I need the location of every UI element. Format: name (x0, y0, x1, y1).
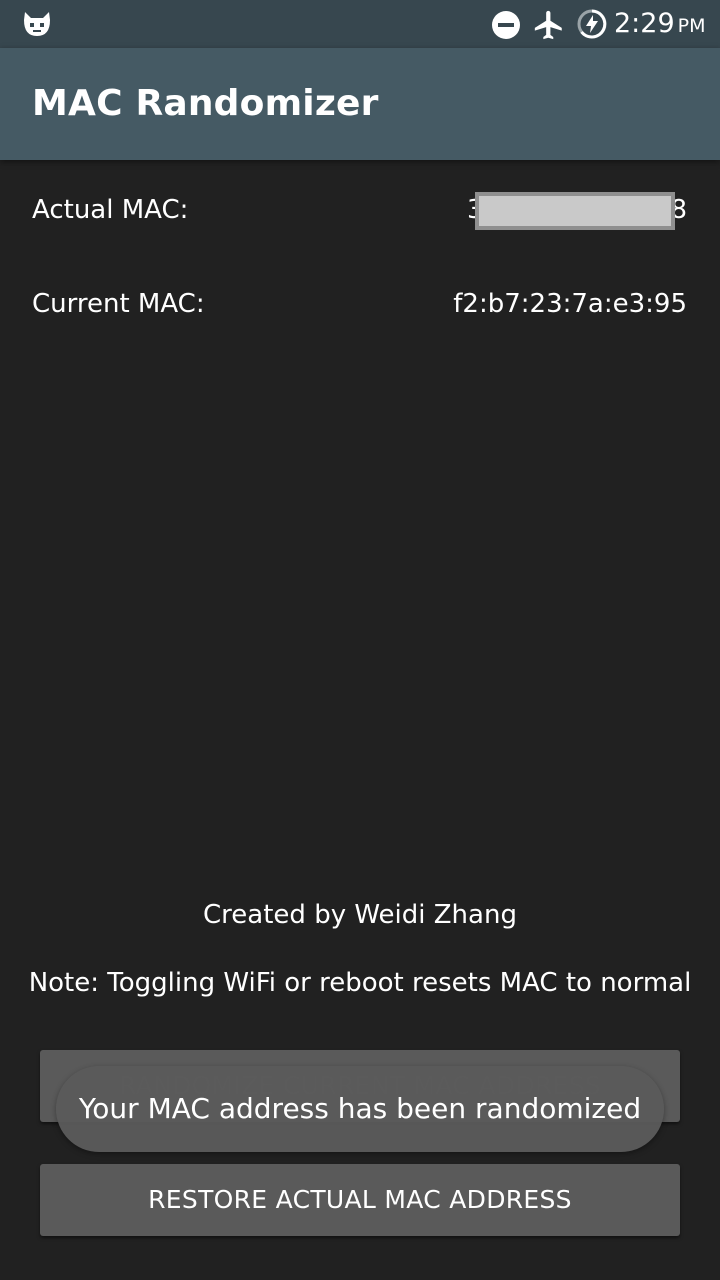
note-text: Note: Toggling WiFi or reboot resets MAC… (28, 968, 692, 998)
cyanogen-logo-icon (24, 12, 50, 36)
redaction-box (475, 192, 675, 230)
app-title: MAC Randomizer (32, 83, 379, 124)
actual-mac-value: 3 8 (457, 192, 687, 231)
toast-message: Your MAC address has been randomized (56, 1066, 664, 1152)
do-not-disturb-icon (492, 11, 520, 39)
current-mac-label: Current MAC: (32, 289, 205, 319)
restore-mac-button[interactable]: RESTORE ACTUAL MAC ADDRESS (40, 1164, 680, 1236)
status-time-ampm: PM (677, 15, 706, 37)
actual-mac-label: Actual MAC: (32, 195, 189, 225)
status-bar: 2:29 PM (0, 0, 720, 48)
app-bar: MAC Randomizer (0, 48, 720, 160)
current-mac-value: f2:b7:23:7a:e3:95 (453, 289, 687, 319)
screen: 2:29PM MAC Randomizer Actual MAC: 3 8 Cu… (0, 0, 720, 1280)
status-time-value: 2:29 (614, 8, 675, 39)
credit-text: Created by Weidi Zhang (203, 900, 517, 930)
battery-charging-icon (577, 9, 607, 39)
airplane-mode-icon (534, 10, 562, 40)
status-time: 2:29 PM (614, 6, 706, 42)
